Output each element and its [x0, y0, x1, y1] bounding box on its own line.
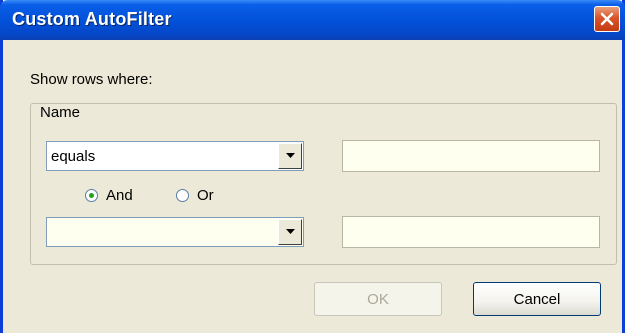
or-radio-label: Or — [197, 187, 214, 204]
chevron-down-icon — [286, 153, 295, 158]
dialog-title: Custom AutoFilter — [12, 9, 172, 29]
and-radio-label: And — [106, 187, 133, 204]
ok-button[interactable]: OK — [314, 282, 442, 316]
close-icon — [600, 12, 614, 26]
chevron-down-icon — [286, 229, 295, 234]
close-button[interactable] — [594, 6, 620, 32]
or-radio[interactable]: Or — [176, 187, 214, 204]
operator2-dropdown[interactable] — [46, 217, 304, 247]
operator2-dropdown-button[interactable] — [278, 219, 302, 245]
cancel-button[interactable]: Cancel — [473, 282, 601, 316]
value2-input[interactable] — [342, 216, 600, 248]
title-bar[interactable]: Custom AutoFilter — [0, 0, 625, 40]
and-radio[interactable]: And — [85, 187, 133, 204]
operator1-value: equals — [51, 148, 96, 165]
or-radio-circle[interactable] — [176, 189, 189, 202]
operator1-dropdown-button[interactable] — [278, 143, 302, 169]
groupbox-legend: Name — [38, 104, 83, 121]
show-rows-label: Show rows where: — [30, 71, 153, 88]
operator1-dropdown[interactable]: equals — [46, 141, 304, 171]
value1-input[interactable] — [342, 140, 600, 172]
radio-selected-dot — [89, 193, 94, 198]
and-radio-circle[interactable] — [85, 189, 98, 202]
